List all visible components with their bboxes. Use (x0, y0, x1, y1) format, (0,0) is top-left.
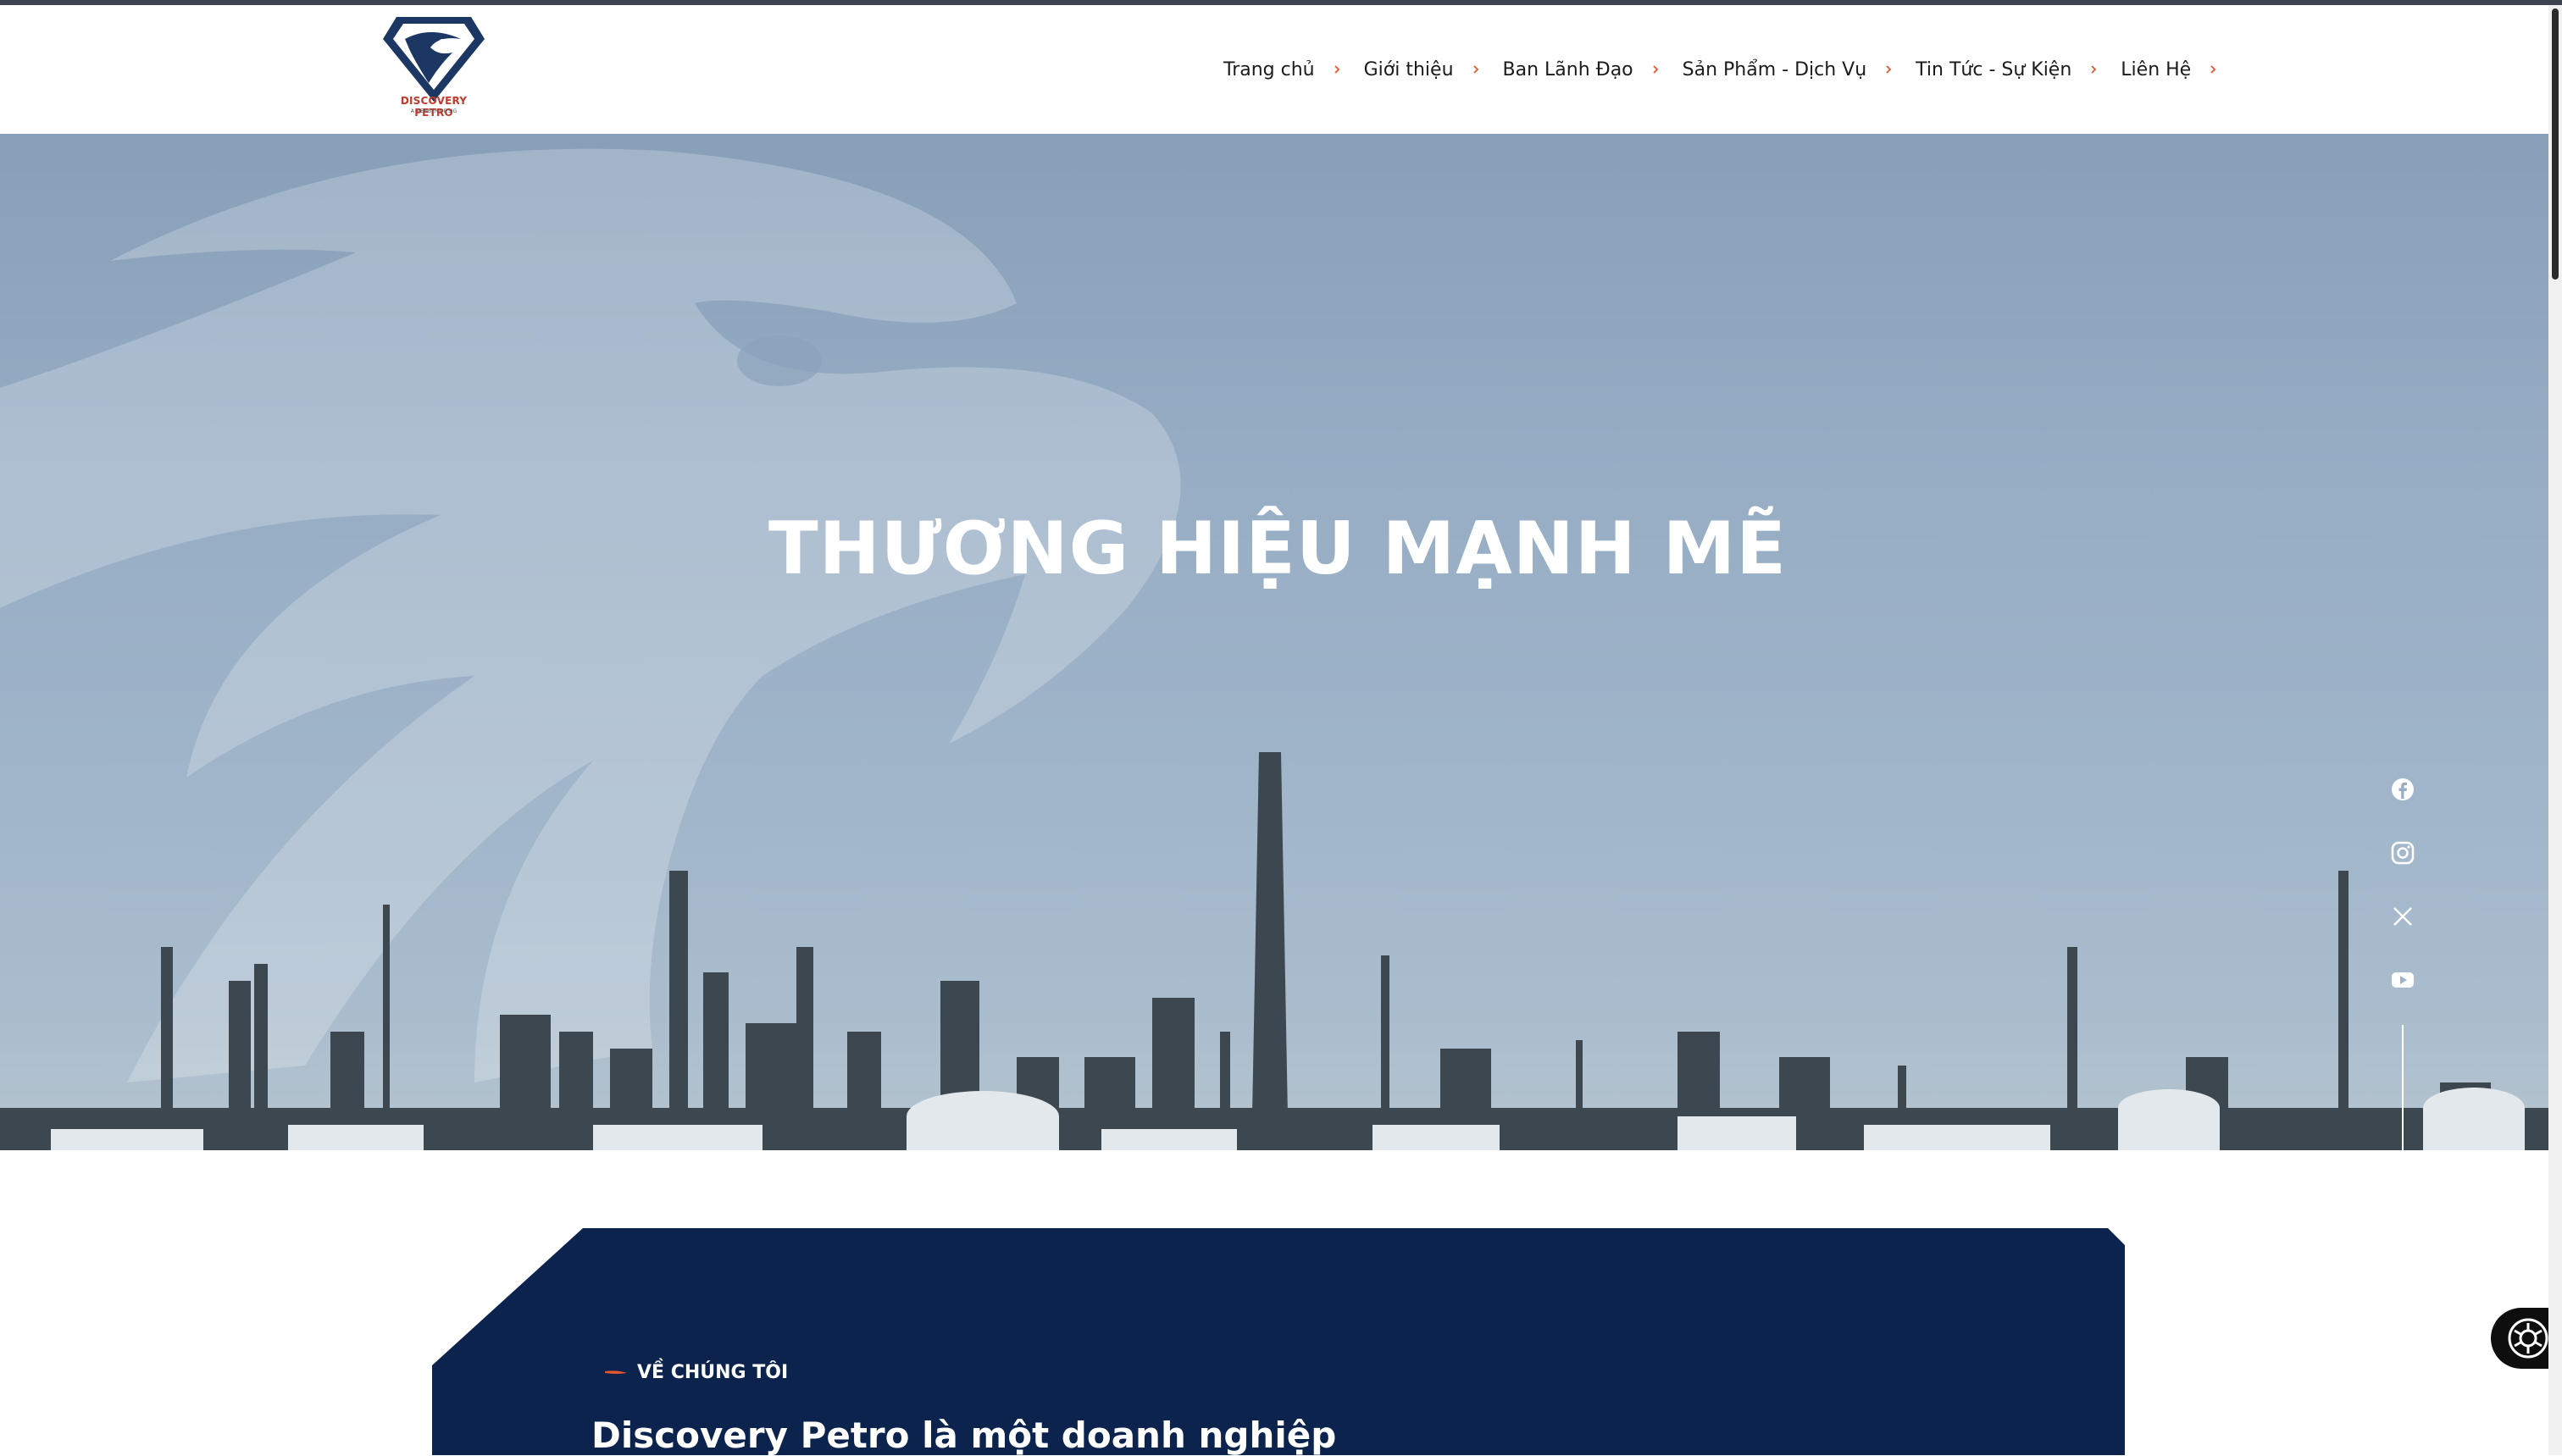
scrollbar-thumb[interactable] (2552, 8, 2559, 280)
youtube-icon[interactable] (2389, 966, 2416, 994)
nav-item-contact[interactable]: Liên Hệ (2121, 59, 2218, 80)
hero-illustration (0, 148, 2548, 1150)
logo-brand-text: DISCOVERY PETRO (400, 95, 468, 119)
about-heading: Discovery Petro là một doanh nghiệp (591, 1414, 1337, 1456)
chevron-right-icon (1653, 65, 1658, 74)
hero-banner: THƯƠNG HIỆU MẠNH MẼ (0, 134, 2548, 1150)
nav-label: Trang chủ (1223, 58, 1315, 80)
chevron-right-icon (1886, 65, 1892, 74)
nav-label: Ban Lãnh Đạo (1502, 58, 1633, 80)
nav-label: Liên Hệ (2121, 58, 2192, 80)
nav-item-home[interactable]: Trang chủ (1223, 59, 1342, 80)
chevron-right-icon (1472, 65, 1478, 74)
about-tag-label: VỀ CHÚNG TÔI (637, 1362, 789, 1383)
eagle-eye (737, 335, 822, 386)
nav-label: Giới thiệu (1363, 58, 1454, 80)
hero-title: THƯƠNG HIỆU MẠNH MẼ (768, 507, 1787, 591)
nav-item-leadership[interactable]: Ban Lãnh Đạo (1503, 59, 1661, 80)
nav-label: Tin Tức - Sự Kiện (1916, 58, 2072, 80)
facebook-icon[interactable] (2389, 776, 2416, 803)
instagram-icon[interactable] (2389, 839, 2416, 866)
chevron-right-icon (2210, 65, 2216, 74)
about-tag: VỀ CHÚNG TÔI (603, 1362, 788, 1383)
social-divider-line (2402, 1025, 2404, 1150)
logo-tagline: A MEMBER OF SIG (410, 108, 458, 114)
nav-label: Sản Phẩm - Dịch Vụ (1682, 58, 1867, 80)
x-icon[interactable] (2389, 903, 2416, 930)
nav-item-products-services[interactable]: Sản Phẩm - Dịch Vụ (1683, 59, 1894, 80)
chat-widget-icon (2508, 1318, 2548, 1359)
swoosh-icon (605, 1370, 627, 1374)
main-nav: Trang chủ Giới thiệu Ban Lãnh Đạo Sản Ph… (1223, 51, 2240, 88)
nav-item-about[interactable]: Giới thiệu (1364, 59, 1481, 80)
eagle-watermark (0, 148, 1181, 1082)
chevron-right-icon (1334, 65, 1339, 74)
chevron-right-icon (2091, 65, 2097, 74)
nav-item-news-events[interactable]: Tin Tức - Sự Kiện (1916, 59, 2099, 80)
